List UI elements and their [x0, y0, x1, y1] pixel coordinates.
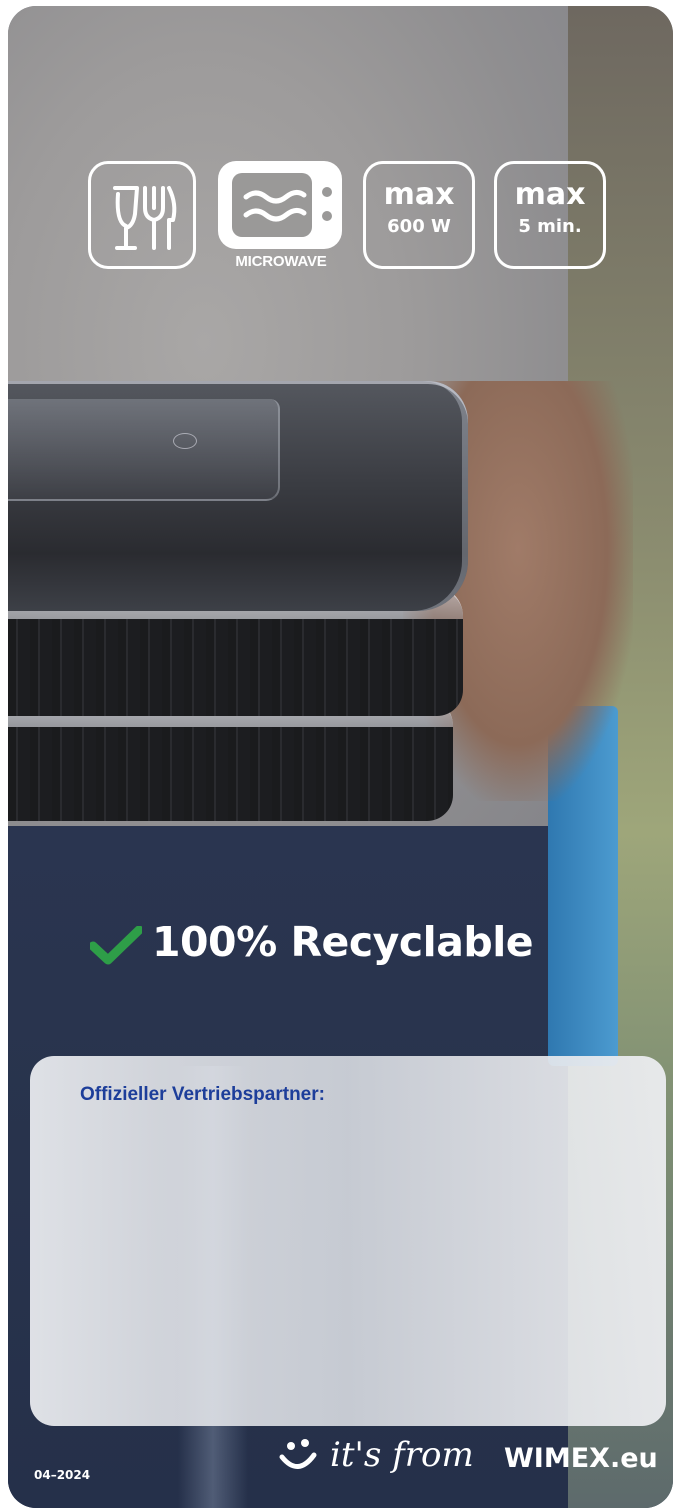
max-time-top: max [514, 177, 586, 212]
max-power-bottom: 600 W [387, 216, 451, 237]
brand-logo: it's from WIMEX.eu [278, 1431, 668, 1491]
partner-label: Offizieller Vertriebspartner: [80, 1084, 325, 1105]
lid-knob [173, 433, 197, 449]
partner-box: Offizieller Vertriebspartner: [30, 1056, 666, 1426]
fork-and-glass-icon [88, 161, 196, 269]
container-body [8, 618, 463, 716]
brand-script: it's from [330, 1435, 474, 1475]
microwave-dot [322, 211, 332, 221]
container-body [8, 727, 453, 821]
microwave-door [232, 173, 312, 237]
feature-icons: MICROWAVE max 600 W max 5 min. [86, 161, 616, 286]
recyclable-label: 100% Recyclable [152, 918, 534, 966]
brand-name: WIMEX.eu [504, 1443, 658, 1474]
max-power-badge: max 600 W [363, 161, 475, 269]
flyer-page: MICROWAVE max 600 W max 5 min. 100% Recy… [8, 6, 673, 1508]
microwave-label: MICROWAVE [235, 253, 327, 270]
microwave-body [218, 161, 342, 249]
checkmark-icon [90, 926, 142, 965]
microwave-icon: MICROWAVE [216, 161, 346, 279]
date-code: 04–2024 [34, 1468, 91, 1482]
max-power-top: max [383, 177, 455, 212]
max-time-bottom: 5 min. [518, 216, 582, 237]
container-lid [8, 381, 468, 611]
microwave-dot [322, 187, 332, 197]
smile-icon [279, 1439, 317, 1469]
max-time-badge: max 5 min. [494, 161, 606, 269]
lid-inner [8, 399, 280, 501]
